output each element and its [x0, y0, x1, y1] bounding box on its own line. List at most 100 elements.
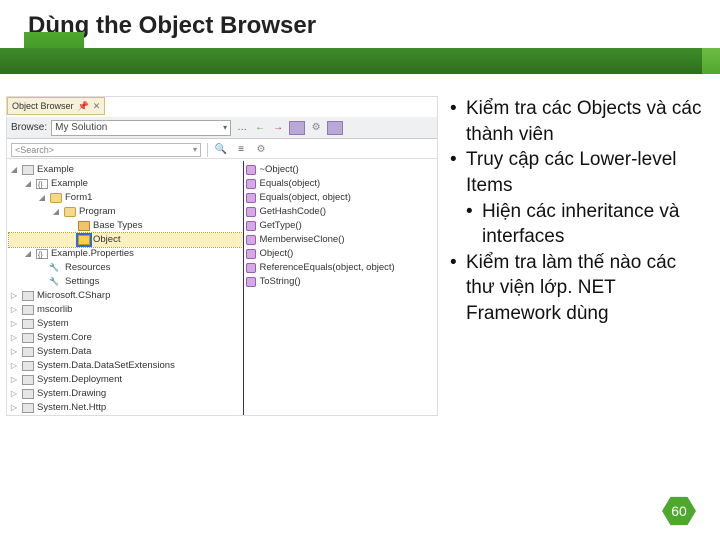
bullet-1: Kiểm tra các Objects và các thành viên — [450, 96, 706, 147]
member-item[interactable]: Equals(object) — [246, 177, 438, 191]
tree-node[interactable]: ◢ Form1 — [9, 191, 243, 205]
bullet-2a: Hiện các inheritance và interfaces — [466, 199, 706, 250]
group-button[interactable] — [289, 121, 305, 135]
expand-icon[interactable]: ▷ — [9, 373, 19, 387]
expand-icon[interactable]: ▷ — [9, 359, 19, 373]
asm-icon — [22, 375, 34, 385]
ns-icon — [36, 249, 48, 259]
tree-node[interactable]: ◢Program — [9, 205, 243, 219]
expand-icon[interactable]: ▷ — [9, 387, 19, 401]
browse-scope-dropdown[interactable]: My Solution — [51, 120, 231, 136]
tree-node-label: mscorlib — [37, 303, 72, 317]
pin-icon[interactable]: 📌 — [78, 101, 89, 112]
tree-node-label: System — [37, 317, 69, 331]
expand-icon[interactable]: ▷ — [9, 401, 19, 415]
search-input[interactable]: <Search> — [11, 143, 201, 157]
title-accent-bar — [0, 48, 720, 74]
settings-icon[interactable]: ⚙ — [309, 121, 323, 135]
tree-node[interactable]: ▷ System.Net.Http — [9, 401, 243, 415]
object-tree[interactable]: ◢ Example ◢ Example ◢ Form1◢ProgramBase Types… — [7, 161, 244, 415]
method-icon — [246, 235, 256, 245]
member-item[interactable]: GetType() — [246, 219, 438, 233]
nav-forward-icon[interactable]: → — [271, 121, 285, 135]
tree-node[interactable]: Base Types — [9, 219, 243, 233]
expand-icon[interactable]: ◢ — [23, 247, 33, 261]
tree-node-label: Resources — [65, 261, 110, 275]
object-browser-toolbar: Browse: My Solution … ← → ⚙ — [7, 117, 437, 139]
tree-node[interactable]: ◢ Example — [9, 177, 243, 191]
asm-icon — [22, 333, 34, 343]
tree-node[interactable]: ◢ Example.Properties — [9, 247, 243, 261]
expand-icon[interactable]: ▷ — [9, 303, 19, 317]
slide-bullets: Kiểm tra các Objects và các thành viên T… — [438, 96, 706, 480]
folder-icon — [78, 221, 90, 231]
ns-icon — [36, 179, 48, 189]
member-item[interactable]: GetHashCode() — [246, 205, 438, 219]
tree-node-label: Form1 — [65, 191, 92, 205]
tree-node[interactable]: Settings — [9, 275, 243, 289]
nav-back-icon[interactable]: ← — [253, 121, 267, 135]
tree-node[interactable]: ◢ Example — [9, 163, 243, 177]
tree-node[interactable]: ▷ System.Drawing — [9, 387, 243, 401]
member-item[interactable]: Equals(object, object) — [246, 191, 438, 205]
method-icon — [246, 249, 256, 259]
asm-icon — [22, 389, 34, 399]
tree-node-label: Example — [51, 177, 88, 191]
tree-node-label: Settings — [65, 275, 99, 289]
tree-node[interactable]: Resources — [9, 261, 243, 275]
tree-node-label: Example — [37, 163, 74, 177]
method-icon — [246, 207, 256, 217]
tree-node-label: System.Core — [37, 331, 92, 345]
object-browser-tab-title: Object Browser — [12, 101, 74, 111]
slide-title: Dùng the Object Browser — [0, 0, 720, 40]
member-item[interactable]: MemberwiseClone() — [246, 233, 438, 247]
expand-icon[interactable]: ▷ — [9, 345, 19, 359]
search-list-icon[interactable]: ≡ — [234, 143, 248, 157]
tree-node[interactable]: ▷ mscorlib — [9, 303, 243, 317]
member-item[interactable]: ToString() — [246, 275, 438, 289]
member-label: GetHashCode() — [260, 205, 327, 219]
method-icon — [246, 277, 256, 287]
asm-icon — [22, 291, 34, 301]
tree-node-label: Base Types — [93, 219, 142, 233]
member-item[interactable]: ~Object() — [246, 163, 438, 177]
tree-node-label: System.Data.DataSetExtensions — [37, 359, 175, 373]
tree-node[interactable]: ▷System.Data — [9, 345, 243, 359]
expand-icon[interactable]: ▷ — [9, 317, 19, 331]
browse-more-button[interactable]: … — [235, 121, 249, 135]
search-go-icon[interactable]: 🔍 — [214, 143, 228, 157]
tree-node[interactable]: ▷ System.Core — [9, 331, 243, 345]
tree-node[interactable]: ▷ System.Data.DataSetExtensions — [9, 359, 243, 373]
search-settings-icon[interactable]: ⚙ — [254, 143, 268, 157]
expand-icon[interactable]: ▷ — [9, 289, 19, 303]
member-label: ToString() — [260, 275, 301, 289]
tree-node-label: Object — [93, 233, 120, 247]
member-label: Equals(object) — [260, 177, 321, 191]
member-item[interactable]: Object() — [246, 247, 438, 261]
view-button[interactable] — [327, 121, 343, 135]
class-icon — [50, 193, 62, 203]
tree-node[interactable]: ▷ System — [9, 317, 243, 331]
object-browser-tab[interactable]: Object Browser 📌 ✕ — [7, 97, 105, 115]
expand-icon[interactable]: ◢ — [51, 205, 61, 219]
method-icon — [246, 165, 256, 175]
tree-node[interactable]: ▷ Microsoft.CSharp — [9, 289, 243, 303]
method-icon — [246, 179, 256, 189]
tree-node-label: Microsoft.CSharp — [37, 289, 110, 303]
tree-node[interactable]: Object — [9, 233, 243, 247]
expand-icon[interactable]: ◢ — [9, 163, 19, 177]
member-list[interactable]: ~Object()Equals(object)Equals(object, ob… — [244, 161, 438, 415]
tree-node-label: Example.Properties — [51, 247, 134, 261]
close-icon[interactable]: ✕ — [93, 101, 101, 112]
expand-icon[interactable]: ▷ — [9, 331, 19, 345]
tree-node[interactable]: ▷System.Deployment — [9, 373, 243, 387]
expand-icon[interactable]: ◢ — [37, 191, 47, 205]
asm-icon — [22, 319, 34, 329]
tree-node-label: System.Net.Http — [37, 401, 106, 415]
asm-icon — [22, 165, 34, 175]
toolbar-separator — [207, 143, 208, 157]
tree-node-label: System.Drawing — [37, 387, 106, 401]
member-item[interactable]: ReferenceEquals(object, object) — [246, 261, 438, 275]
expand-icon[interactable]: ◢ — [23, 177, 33, 191]
browse-label: Browse: — [11, 122, 47, 133]
